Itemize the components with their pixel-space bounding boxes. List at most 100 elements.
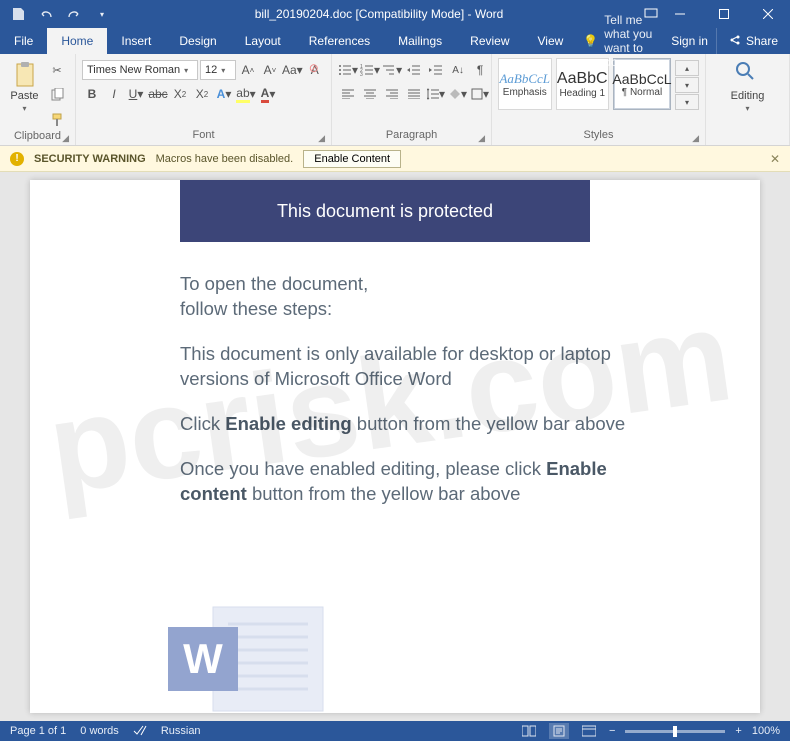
close-warning-icon[interactable]: ✕ <box>770 152 780 166</box>
zoom-slider[interactable] <box>625 730 725 733</box>
share-icon <box>729 34 741 49</box>
zoom-out-icon[interactable]: − <box>609 725 615 737</box>
borders-icon[interactable]: ▾ <box>470 84 490 104</box>
status-words[interactable]: 0 words <box>80 725 119 737</box>
tab-review[interactable]: Review <box>456 28 523 54</box>
styles-label: Styles <box>584 129 614 141</box>
font-color-icon[interactable]: A▾ <box>258 84 278 104</box>
find-icon <box>734 60 762 88</box>
highlight-icon[interactable]: ab▾ <box>236 84 256 104</box>
doc-para1: This document is only available for desk… <box>180 342 630 392</box>
chevron-down-icon: ▾ <box>22 104 26 113</box>
cut-icon[interactable]: ✂ <box>45 60 69 80</box>
tab-insert[interactable]: Insert <box>107 28 165 54</box>
font-label: Font <box>192 129 214 141</box>
zoom-level[interactable]: 100% <box>752 725 780 737</box>
save-icon[interactable] <box>6 3 30 25</box>
maximize-button[interactable] <box>702 0 746 28</box>
justify-icon[interactable] <box>404 84 424 104</box>
print-layout-icon[interactable] <box>549 723 569 739</box>
bold-button[interactable]: B <box>82 84 102 104</box>
status-language[interactable]: Russian <box>161 725 201 737</box>
grow-font-icon[interactable]: A˄ <box>238 60 258 80</box>
font-name-combo[interactable]: Times New Roman▾ <box>82 60 198 80</box>
superscript-button[interactable]: X2 <box>192 84 212 104</box>
chevron-down-icon: ▾ <box>221 66 225 75</box>
enable-content-button[interactable]: Enable Content <box>303 150 401 168</box>
share-button[interactable]: Share <box>716 28 790 54</box>
align-left-icon[interactable] <box>338 84 358 104</box>
dialog-launcher-icon[interactable]: ◢ <box>692 133 699 144</box>
tab-file[interactable]: File <box>0 28 47 54</box>
clipboard-label: Clipboard <box>14 130 61 142</box>
svg-text:W: W <box>183 635 223 682</box>
doc-line1: To open the document, <box>180 273 368 294</box>
close-button[interactable] <box>746 0 790 28</box>
tab-references[interactable]: References <box>295 28 384 54</box>
sort-icon[interactable]: A↓ <box>448 60 468 80</box>
increase-indent-icon[interactable] <box>426 60 446 80</box>
dialog-launcher-icon[interactable]: ◢ <box>62 133 69 144</box>
group-font: Times New Roman▾ 12▾ A˄ A˅ Aa▾ A⊘ B I U▾… <box>76 54 332 145</box>
group-editing: Editing ▾ <box>706 54 790 145</box>
spell-check-icon[interactable] <box>133 724 147 739</box>
document-page: This document is protected To open the d… <box>30 180 760 713</box>
italic-button[interactable]: I <box>104 84 124 104</box>
show-marks-icon[interactable]: ¶ <box>470 60 490 80</box>
editing-button[interactable]: Editing ▾ <box>728 58 768 113</box>
status-page[interactable]: Page 1 of 1 <box>10 725 66 737</box>
underline-button[interactable]: U▾ <box>126 84 146 104</box>
security-warning-bar: ! SECURITY WARNING Macros have been disa… <box>0 146 790 172</box>
format-painter-icon[interactable] <box>45 110 69 130</box>
subscript-button[interactable]: X2 <box>170 84 190 104</box>
dialog-launcher-icon[interactable]: ◢ <box>478 133 485 144</box>
sign-in-link[interactable]: Sign in <box>663 28 716 54</box>
dialog-launcher-icon[interactable]: ◢ <box>318 133 325 144</box>
numbering-icon[interactable]: 123▾ <box>360 60 380 80</box>
tab-design[interactable]: Design <box>165 28 230 54</box>
strikethrough-button[interactable]: abc <box>148 84 168 104</box>
styles-more-icon[interactable]: ▾ <box>675 94 699 110</box>
ribbon-tabs: File Home Insert Design Layout Reference… <box>0 28 790 54</box>
bullets-icon[interactable]: ▾ <box>338 60 358 80</box>
clear-formatting-icon[interactable]: A⊘ <box>305 60 325 80</box>
group-paragraph: ▾ 123▾ ▾ A↓ ¶ ▾ ▾ ▾ Paragraph◢ <box>332 54 492 145</box>
title-bar: ▾ bill_20190204.doc [Compatibility Mode]… <box>0 0 790 28</box>
share-label: Share <box>746 34 778 48</box>
shrink-font-icon[interactable]: A˅ <box>260 60 280 80</box>
web-layout-icon[interactable] <box>579 723 599 739</box>
undo-icon[interactable] <box>34 3 58 25</box>
decrease-indent-icon[interactable] <box>404 60 424 80</box>
document-canvas[interactable]: This document is protected To open the d… <box>0 172 790 721</box>
multilevel-list-icon[interactable]: ▾ <box>382 60 402 80</box>
shading-icon[interactable]: ▾ <box>448 84 468 104</box>
tab-view[interactable]: View <box>524 28 578 54</box>
lightbulb-icon: 💡 <box>583 34 598 48</box>
paste-button[interactable]: Paste ▾ <box>6 58 43 113</box>
window-title: bill_20190204.doc [Compatibility Mode] -… <box>114 7 644 21</box>
styles-scroll-down-icon[interactable]: ▾ <box>675 77 699 93</box>
paste-label: Paste <box>10 90 38 102</box>
copy-icon[interactable] <box>45 85 69 105</box>
tab-mailings[interactable]: Mailings <box>384 28 456 54</box>
align-center-icon[interactable] <box>360 84 380 104</box>
tell-me[interactable]: 💡 Tell me what you want to do. <box>577 13 663 69</box>
quick-access-toolbar: ▾ <box>0 3 114 25</box>
styles-scroll-up-icon[interactable]: ▴ <box>675 60 699 76</box>
qat-more-icon[interactable]: ▾ <box>90 3 114 25</box>
minimize-button[interactable] <box>658 0 702 28</box>
tab-layout[interactable]: Layout <box>231 28 295 54</box>
doc-line2: follow these steps: <box>180 298 332 319</box>
redo-icon[interactable] <box>62 3 86 25</box>
text-effects-icon[interactable]: A▾ <box>214 84 234 104</box>
style-emphasis[interactable]: AaBbCcLEmphasis <box>498 58 552 110</box>
read-mode-icon[interactable] <box>519 723 539 739</box>
line-spacing-icon[interactable]: ▾ <box>426 84 446 104</box>
font-size-combo[interactable]: 12▾ <box>200 60 236 80</box>
ribbon: Paste ▾ ✂ Clipboard◢ Times New Roman▾ 12… <box>0 54 790 146</box>
zoom-in-icon[interactable]: + <box>735 725 741 737</box>
tab-home[interactable]: Home <box>47 28 107 54</box>
change-case-icon[interactable]: Aa▾ <box>282 60 303 80</box>
align-right-icon[interactable] <box>382 84 402 104</box>
word-logo-icon: W <box>158 599 338 719</box>
